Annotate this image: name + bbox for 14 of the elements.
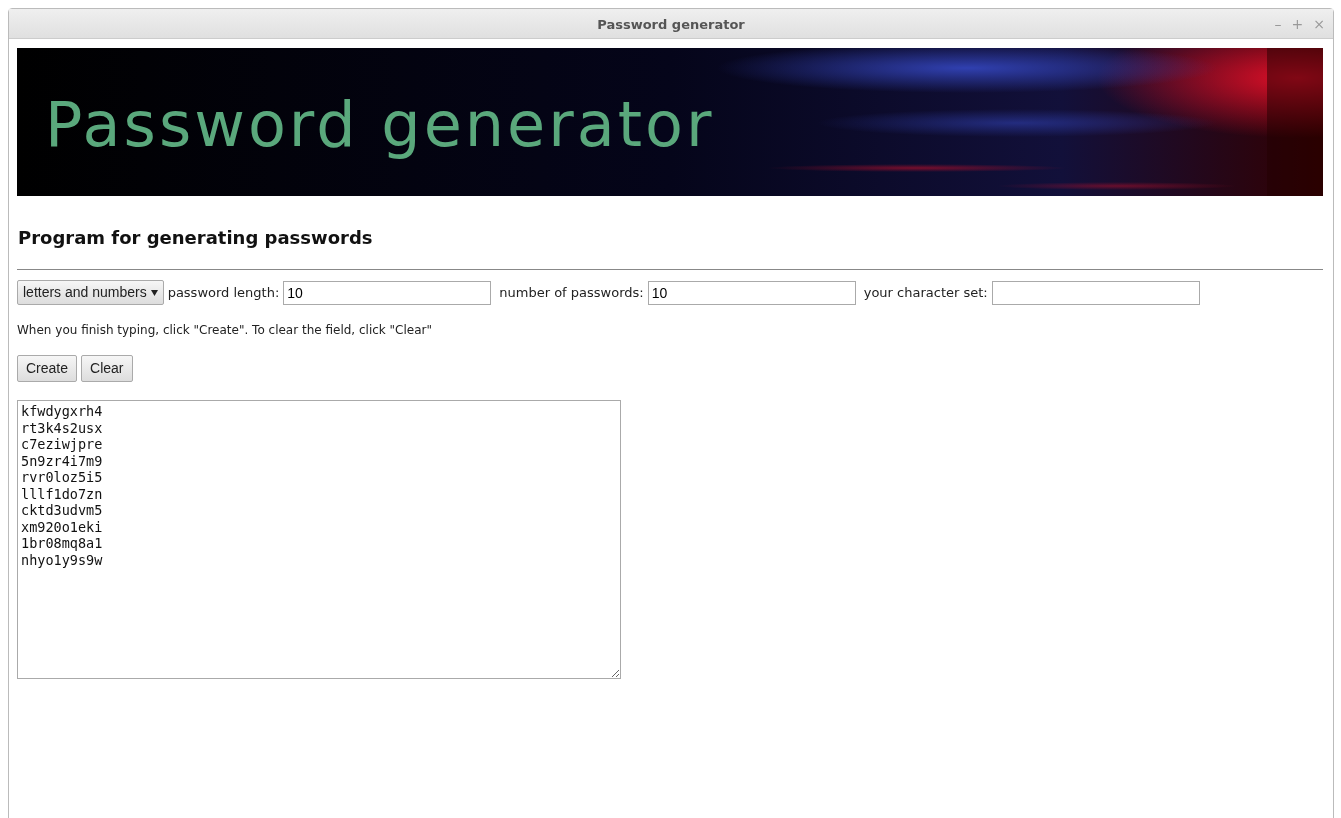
length-label: password length: — [167, 283, 280, 302]
create-button[interactable]: Create — [17, 355, 78, 382]
password-output[interactable]: kfwdygxrh4 rt3k4s2usx c7eziwjpre 5n9zr4i7m9 rvr0loz5i5 lllf1do7zn cktd3udvm5 xm920o1eki 1br08mq8a1 nhyo1y9s9w — [17, 400, 621, 679]
caret-icon — [150, 290, 158, 297]
count-label: number of passwords: — [499, 283, 644, 302]
length-field[interactable]: 10 — [283, 280, 492, 305]
charset-label: your character set: — [863, 283, 988, 302]
mode-dropdown[interactable]: letters and numbers — [17, 280, 164, 305]
clear-button[interactable]: Clear — [81, 355, 133, 382]
count-field[interactable]: 10 — [647, 280, 856, 305]
charset-field[interactable] — [991, 280, 1200, 305]
hint-text: When you finish typing, click "Create". To clear the field, click "Clear" — [17, 322, 434, 339]
page-heading: Program for generating passwords — [18, 226, 374, 250]
window-title: Password generator — [597, 16, 745, 34]
